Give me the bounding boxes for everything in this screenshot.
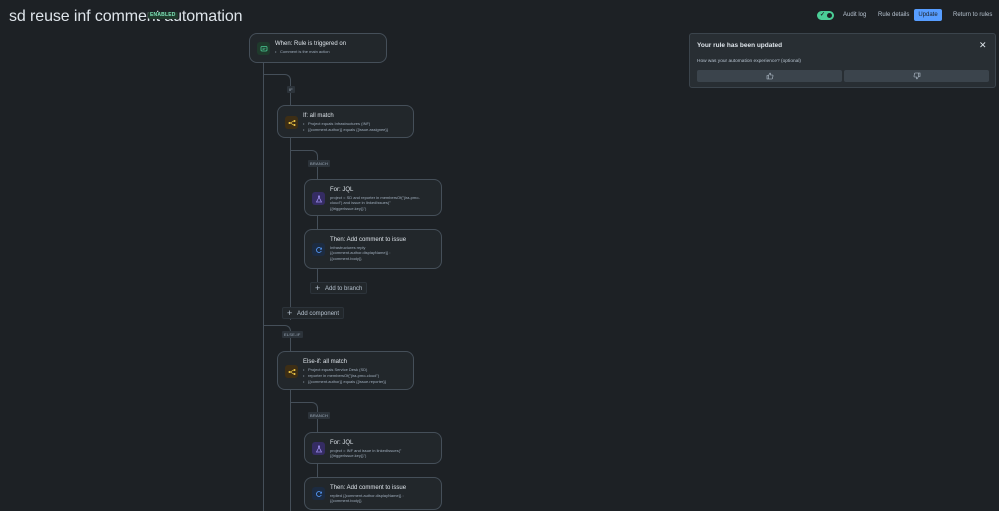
rule-enabled-toggle[interactable]: ✓ bbox=[817, 11, 834, 20]
node-title: Then: Add comment to issue bbox=[330, 485, 407, 491]
refresh-icon bbox=[312, 243, 325, 256]
node-title: When: Rule is triggered on bbox=[275, 41, 347, 47]
condition-branch-icon bbox=[285, 116, 298, 129]
audit-log-button[interactable]: Audit log bbox=[840, 9, 869, 21]
update-button[interactable]: Update bbox=[914, 9, 942, 21]
node-title: If: all match bbox=[303, 113, 334, 119]
rule-updated-toast: Your rule has been updated ✕ How was you… bbox=[689, 33, 996, 88]
flask-icon bbox=[312, 192, 325, 205]
for-jql-node[interactable]: For: JQL project = INF and issue in link… bbox=[304, 432, 442, 464]
node-title: Else-if: all match bbox=[303, 359, 348, 365]
plus-icon: + bbox=[287, 308, 293, 318]
thumbs-up-icon bbox=[766, 72, 773, 80]
feedback-question: How was your automation experience? (opt… bbox=[697, 59, 801, 64]
add-comment-action-node[interactable]: Then: Add comment to issue replied {{com… bbox=[304, 477, 442, 510]
for-jql-node[interactable]: For: JQL project = SD and reporter in me… bbox=[304, 179, 442, 216]
node-title: For: JQL bbox=[330, 187, 354, 193]
node-title: Then: Add comment to issue bbox=[330, 237, 407, 243]
node-line: {{triggerIssue.key}}") bbox=[330, 453, 367, 459]
status-badge: ENABLED bbox=[148, 12, 178, 19]
thumbs-down-button[interactable] bbox=[844, 70, 989, 82]
trigger-node[interactable]: When: Rule is triggered on Comment is th… bbox=[249, 33, 387, 63]
node-item: {{comment.author}} equals {{issue.report… bbox=[303, 379, 405, 385]
check-icon: ✓ bbox=[820, 12, 826, 18]
else-if-tag: ELSE-IF bbox=[282, 331, 303, 338]
node-line: {{comment.body}} bbox=[330, 255, 362, 261]
else-if-condition-node[interactable]: Else-if: all match Project equals Servic… bbox=[277, 351, 414, 390]
branch-tag: BRANCH bbox=[308, 412, 331, 419]
rule-details-button[interactable]: Rule details bbox=[875, 9, 912, 21]
add-component-label: Add component bbox=[297, 311, 340, 317]
return-to-rules-button[interactable]: Return to rules bbox=[950, 9, 995, 21]
condition-branch-icon bbox=[285, 365, 298, 378]
trigger-icon bbox=[257, 42, 270, 55]
node-item: Comment is the main action bbox=[275, 49, 378, 55]
thumbs-down-icon bbox=[913, 72, 920, 80]
if-tag: IF bbox=[287, 86, 295, 93]
toggle-knob bbox=[827, 13, 832, 18]
add-comment-action-node[interactable]: Then: Add comment to issue Infrastructur… bbox=[304, 229, 442, 269]
node-title: For: JQL bbox=[330, 440, 354, 446]
plus-icon: + bbox=[315, 283, 321, 293]
add-component-button[interactable]: + Add component bbox=[282, 307, 345, 319]
if-condition-node[interactable]: If: all match Project equals Infrastruct… bbox=[277, 105, 414, 138]
node-item: {{comment.author}} equals {{issue.assign… bbox=[303, 127, 405, 133]
toast-title: Your rule has been updated bbox=[697, 42, 783, 49]
branch-tag: BRANCH bbox=[308, 160, 331, 167]
refresh-icon bbox=[312, 487, 325, 500]
thumbs-up-button[interactable] bbox=[697, 70, 842, 82]
flask-icon bbox=[312, 442, 325, 455]
node-line: {{comment.body}} bbox=[330, 498, 362, 504]
close-icon[interactable]: ✕ bbox=[979, 40, 987, 51]
add-to-branch-button[interactable]: + Add to branch bbox=[310, 282, 368, 294]
page-title: sd reuse inf comment automation bbox=[9, 8, 243, 25]
node-line: {{triggerIssue.key}}") bbox=[330, 205, 367, 211]
add-to-branch-label: Add to branch bbox=[325, 286, 363, 292]
